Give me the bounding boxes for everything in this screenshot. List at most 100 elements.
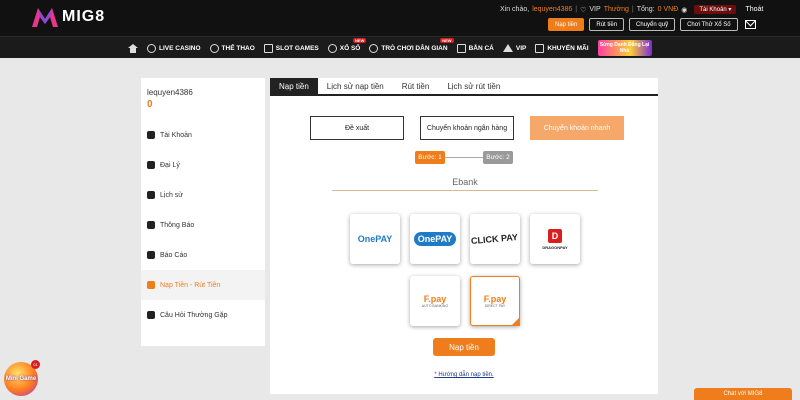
account-dropdown[interactable]: Tài Khoản ▾: [694, 5, 737, 14]
sidebar-item-label: Tài Khoản: [160, 131, 192, 139]
sidebar-item-label: Thông Báo: [160, 221, 195, 229]
withdraw-button[interactable]: Rút tiền: [589, 18, 625, 31]
heart-icon: ♡: [580, 6, 587, 14]
sidebar-username: lequyen4386: [147, 88, 193, 97]
section-title: Ebank: [452, 177, 478, 187]
gift-icon: [535, 43, 545, 53]
dragonpay-logo: D DRAGONPAY: [542, 228, 568, 250]
nav-sports[interactable]: THỂ THAO: [209, 43, 255, 53]
greeting-label: Xin chào,: [500, 6, 530, 13]
sidebar-item-notifications[interactable]: Thông Báo: [141, 210, 265, 240]
fish-shooting-icon: [456, 43, 466, 53]
vip-crown-icon: [502, 44, 513, 52]
transfer-button[interactable]: Chuyển quỹ: [629, 18, 676, 31]
deposit-method-selector: Đề xuất Chuyển khoản ngân hàng Chuyển kh…: [310, 116, 624, 140]
divider: |: [631, 6, 634, 13]
onepay-logo: OnePAY: [357, 234, 393, 244]
lottery-ball-icon: [327, 43, 337, 53]
nav-label: SLOT GAMES: [275, 44, 319, 52]
payment-option-onepay[interactable]: OnePAY: [410, 214, 460, 264]
nav-slot-games[interactable]: SLOT GAMES: [263, 43, 319, 53]
folk-game-icon: [369, 43, 379, 53]
section-divider: [332, 190, 598, 191]
fpay-logo: F.pay AUTO BANKING: [422, 294, 448, 308]
account-sidebar: lequyen4386 0 Tài Khoản Đại Lý Lịch sử T…: [141, 78, 265, 346]
transaction-tabs: Nạp tiền Lịch sử nạp tiền Rút tiền Lịch …: [270, 78, 658, 96]
method-bank-transfer-button[interactable]: Chuyển khoản ngân hàng: [420, 116, 514, 140]
sidebar-item-faq[interactable]: Câu Hỏi Thường Gặp: [141, 300, 265, 330]
fpay-subtitle: DIRECT PAY: [484, 304, 506, 308]
sidebar-item-reports[interactable]: Báo Cáo: [141, 240, 265, 270]
deposit-submit-button[interactable]: Nạp tiền: [433, 338, 495, 356]
sidebar-item-history[interactable]: Lịch sử: [141, 180, 265, 210]
lottery-trial-button[interactable]: Chơi Thử Xổ Số: [680, 18, 738, 31]
sidebar-user-info: lequyen4386 0: [141, 78, 265, 120]
nav-promotions[interactable]: KHUYẾN MÃI: [535, 43, 589, 53]
dragonpay-wordmark: DRAGONPAY: [542, 244, 568, 250]
nav-lottery[interactable]: XỔ SỐ NEW: [327, 37, 367, 53]
tab-withdraw[interactable]: Rút tiền: [393, 78, 439, 94]
step-2: Bước: 2: [483, 151, 513, 164]
sidebar-item-agent[interactable]: Đại Lý: [141, 150, 265, 180]
sidebar-item-label: Câu Hỏi Thường Gặp: [160, 311, 228, 319]
nav-label: BẮN CÁ: [468, 44, 494, 52]
nav-home[interactable]: [128, 43, 138, 53]
clickpay-logo: CLICK PAY: [471, 231, 519, 246]
fpay-subtitle: AUTO BANKING: [421, 304, 449, 308]
deposit-panel: Nạp tiền Lịch sử nạp tiền Rút tiền Lịch …: [270, 78, 658, 394]
deposit-guide-link[interactable]: * Hướng dẫn nạp tiền.: [270, 372, 658, 378]
brand-name: MIG8: [62, 8, 106, 25]
step-indicator: Bước: 1 Bước: 2: [415, 151, 513, 164]
payment-option-onepay[interactable]: OnePAY: [350, 214, 400, 264]
sidebar-item-label: Đại Lý: [160, 161, 180, 169]
nav-live-casino[interactable]: LIVE CASINO: [147, 43, 201, 53]
nav-label: LIVE CASINO: [159, 44, 201, 52]
step-1: Bước: 1: [415, 151, 445, 164]
method-recommended-button[interactable]: Đề xuất: [310, 116, 404, 140]
sidebar-item-account[interactable]: Tài Khoản: [141, 120, 265, 150]
main-nav: LIVE CASINO THỂ THAO SLOT GAMES XỔ SỐ NEW…: [0, 36, 800, 58]
guide-text: Hướng dẫn nạp tiền.: [438, 372, 494, 378]
nav-label: VIP: [515, 44, 527, 52]
nav-fish-shooting[interactable]: BẮN CÁ: [456, 43, 494, 53]
deposit-button[interactable]: Nạp tiền: [548, 18, 585, 31]
mail-icon[interactable]: [744, 20, 756, 29]
payment-option-fpay-auto[interactable]: F.pay AUTO BANKING: [410, 276, 460, 326]
account-dropdown-label: Tài Khoản: [699, 7, 727, 13]
method-fast-transfer-button[interactable]: Chuyển khoản nhanh: [530, 116, 624, 140]
slot-machine-icon: [263, 43, 273, 53]
sidebar-item-label: Nạp Tiền - Rút Tiền: [160, 281, 221, 289]
vip-label: VIP: [589, 6, 601, 13]
payment-option-fpay-direct[interactable]: F.pay DIRECT PAY: [470, 276, 520, 326]
payment-option-clickpay[interactable]: CLICK PAY: [470, 214, 520, 264]
wallet-icon: [147, 281, 155, 289]
nav-folk-games[interactable]: TRÒ CHƠI DÂN GIAN NEW: [369, 37, 454, 53]
sports-icon: [209, 43, 219, 53]
tab-withdraw-history[interactable]: Lịch sử rút tiền: [438, 78, 509, 94]
fpay-wordmark: F.pay: [423, 294, 447, 304]
tab-deposit[interactable]: Nạp tiền: [270, 78, 318, 94]
brand-logo[interactable]: MIG8: [30, 5, 105, 29]
sidebar-item-deposit-withdraw[interactable]: Nạp Tiền - Rút Tiền: [141, 270, 265, 300]
nav-label: TRÒ CHƠI DÂN GIAN: [381, 44, 448, 52]
selected-check-icon: [511, 317, 520, 326]
promo-banner[interactable]: Sừng Danh Đẳng Lại Nhà: [597, 40, 652, 56]
greeting-username: lequyen4386: [532, 6, 573, 13]
guide-asterisk: *: [434, 372, 437, 378]
logout-link[interactable]: Thoát: [745, 6, 763, 13]
nav-vip[interactable]: VIP: [502, 44, 527, 52]
new-badge: NEW: [353, 37, 367, 43]
group-icon: [147, 161, 155, 169]
minigame-badge: 01: [31, 360, 40, 369]
live-chat-button[interactable]: Chat với MIG8: [694, 388, 792, 400]
logo-m-icon: [32, 8, 58, 27]
minigame-launcher[interactable]: Mini Game 01: [4, 360, 40, 396]
tab-deposit-history[interactable]: Lịch sử nạp tiền: [318, 78, 393, 94]
nav-label: THỂ THAO: [221, 44, 255, 52]
minigame-label: Mini Game: [5, 376, 37, 382]
payment-option-dragonpay[interactable]: D DRAGONPAY: [530, 214, 580, 264]
vip-level: Thường: [603, 6, 629, 13]
casino-chip-icon: [147, 43, 156, 53]
nav-label: XỔ SỐ: [339, 44, 361, 52]
eye-icon[interactable]: ◉: [681, 6, 687, 14]
